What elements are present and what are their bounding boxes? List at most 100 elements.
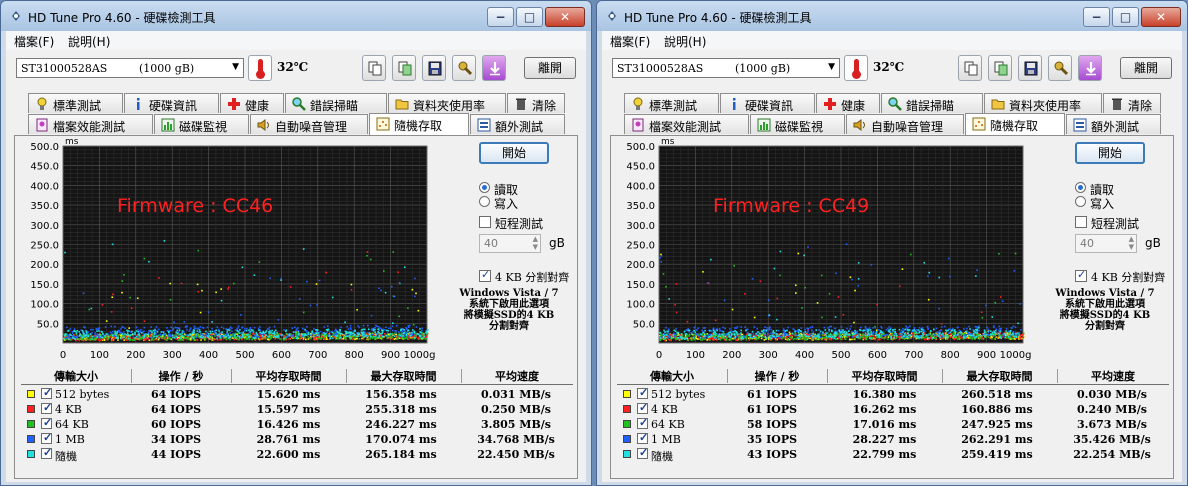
maximize-button[interactable]: □ [516, 7, 543, 27]
tab-health[interactable]: 健康 [220, 93, 284, 113]
copy-info-button[interactable] [958, 55, 982, 81]
tab-extra-tests[interactable]: 額外測試 [470, 114, 565, 134]
close-button[interactable]: ✕ [545, 7, 585, 27]
data-point [745, 329, 747, 332]
series-checkbox[interactable] [41, 386, 52, 399]
data-point [804, 338, 807, 341]
copy-screenshot-button[interactable] [988, 55, 1012, 81]
tab-aam[interactable]: 自動噪音管理 [846, 114, 964, 134]
series-checkbox[interactable] [637, 401, 648, 414]
data-point [200, 333, 202, 335]
short-test-checkbox[interactable] [479, 216, 491, 228]
drive-select[interactable]: ST31000528AS (1000 gB) ▼ [16, 58, 244, 78]
exit-button[interactable]: 離開 [524, 57, 576, 79]
transfer-size: 512 bytes [55, 388, 110, 401]
data-point [73, 337, 75, 340]
save-button[interactable] [1018, 55, 1042, 81]
series-checkbox[interactable] [41, 446, 52, 459]
series-checkbox[interactable] [41, 401, 52, 414]
series-checkbox[interactable] [637, 416, 648, 429]
avg-access-time: 28.227 ms [852, 433, 917, 446]
x-tick-label: 400 [795, 350, 814, 361]
tab-info[interactable]: 硬碟資訊 [124, 93, 219, 113]
data-point [403, 337, 405, 340]
series-checkbox[interactable] [637, 386, 648, 399]
data-point [382, 329, 384, 332]
tab-folder-usage[interactable]: 資料夾使用率 [984, 93, 1102, 113]
data-point [775, 329, 778, 332]
start-button[interactable]: 開始 [1075, 142, 1145, 164]
data-point [408, 326, 410, 329]
tab-random-access[interactable]: 隨機存取 [369, 113, 469, 135]
options-button[interactable] [1048, 55, 1072, 81]
data-point [760, 337, 763, 340]
tab-disk-monitor[interactable]: 磁碟監視 [750, 114, 845, 134]
menu-file[interactable]: 檔案(F) [610, 33, 650, 50]
data-point [914, 330, 916, 332]
data-point [66, 336, 69, 339]
series-checkbox[interactable] [637, 431, 648, 444]
tab-benchmark[interactable]: 標準測試 [624, 93, 719, 113]
title-bar[interactable]: HD Tune Pro 4.60 - 硬碟檢測工具 − □ ✕ [597, 1, 1187, 31]
data-point [916, 337, 919, 339]
tab-info[interactable]: 硬碟資訊 [720, 93, 815, 113]
short-test-size-input[interactable]: 40 ▲ ▼ [1075, 234, 1137, 253]
tab-erase[interactable]: 清除 [507, 93, 565, 113]
data-point [366, 251, 369, 253]
data-point [804, 331, 807, 333]
tab-file-benchmark[interactable]: 檔案效能測試 [624, 114, 749, 134]
data-point [422, 336, 424, 339]
data-point [829, 337, 831, 340]
data-point [215, 334, 217, 336]
short-test-size-input[interactable]: 40 ▲ ▼ [479, 234, 541, 253]
tab-disk-monitor[interactable]: 磁碟監視 [154, 114, 249, 134]
data-point [662, 333, 665, 336]
drive-select[interactable]: ST31000528AS (1000 gB) ▼ [612, 58, 840, 78]
exit-button[interactable]: 離開 [1120, 57, 1172, 79]
minimize-button[interactable]: − [1083, 7, 1110, 27]
data-point [110, 325, 113, 328]
tab-file-benchmark[interactable]: 檔案效能測試 [28, 114, 153, 134]
options-button[interactable] [452, 55, 476, 81]
minimize-button[interactable]: − [487, 7, 514, 27]
download-button[interactable] [1078, 55, 1102, 81]
copy-info-button[interactable] [362, 55, 386, 81]
data-point [894, 328, 896, 331]
tab-folder-usage[interactable]: 資料夾使用率 [388, 93, 506, 113]
menu-file[interactable]: 檔案(F) [14, 33, 54, 50]
menu-help[interactable]: 說明(H) [664, 33, 706, 50]
data-point [931, 337, 934, 339]
tab-random-access[interactable]: 隨機存取 [965, 113, 1065, 135]
close-button[interactable]: ✕ [1141, 7, 1181, 27]
tab-health[interactable]: 健康 [816, 93, 880, 113]
maximize-button[interactable]: □ [1112, 7, 1139, 27]
x-tick-label: 700 [308, 350, 327, 361]
data-point [209, 330, 211, 333]
short-test-checkbox[interactable] [1075, 216, 1087, 228]
align-4kb-checkbox[interactable] [1075, 268, 1087, 282]
tab-aam[interactable]: 自動噪音管理 [250, 114, 368, 134]
series-checkbox[interactable] [637, 446, 648, 459]
data-point [789, 334, 792, 337]
title-bar[interactable]: HD Tune Pro 4.60 - 硬碟檢測工具 − □ ✕ [1, 1, 591, 31]
save-button[interactable] [422, 55, 446, 81]
data-point [199, 311, 202, 314]
data-point [211, 327, 213, 330]
series-checkbox[interactable] [41, 431, 52, 444]
tab-error-scan[interactable]: 錯誤掃瞄 [285, 93, 387, 113]
menu-help[interactable]: 說明(H) [68, 33, 110, 50]
radio-read-dot [1075, 182, 1086, 193]
data-point [949, 328, 951, 331]
start-button[interactable]: 開始 [479, 142, 549, 164]
tab-error-scan[interactable]: 錯誤掃瞄 [881, 93, 983, 113]
series-checkbox[interactable] [41, 416, 52, 429]
data-point [181, 339, 184, 341]
copy-screenshot-button[interactable] [392, 55, 416, 81]
tab-erase[interactable]: 清除 [1103, 93, 1161, 113]
tab-extra-tests[interactable]: 額外測試 [1066, 114, 1161, 134]
tab-benchmark[interactable]: 標準測試 [28, 93, 123, 113]
data-point [230, 327, 233, 330]
align-4kb-checkbox[interactable] [479, 268, 491, 282]
download-button[interactable] [482, 55, 506, 81]
data-point [664, 331, 666, 333]
